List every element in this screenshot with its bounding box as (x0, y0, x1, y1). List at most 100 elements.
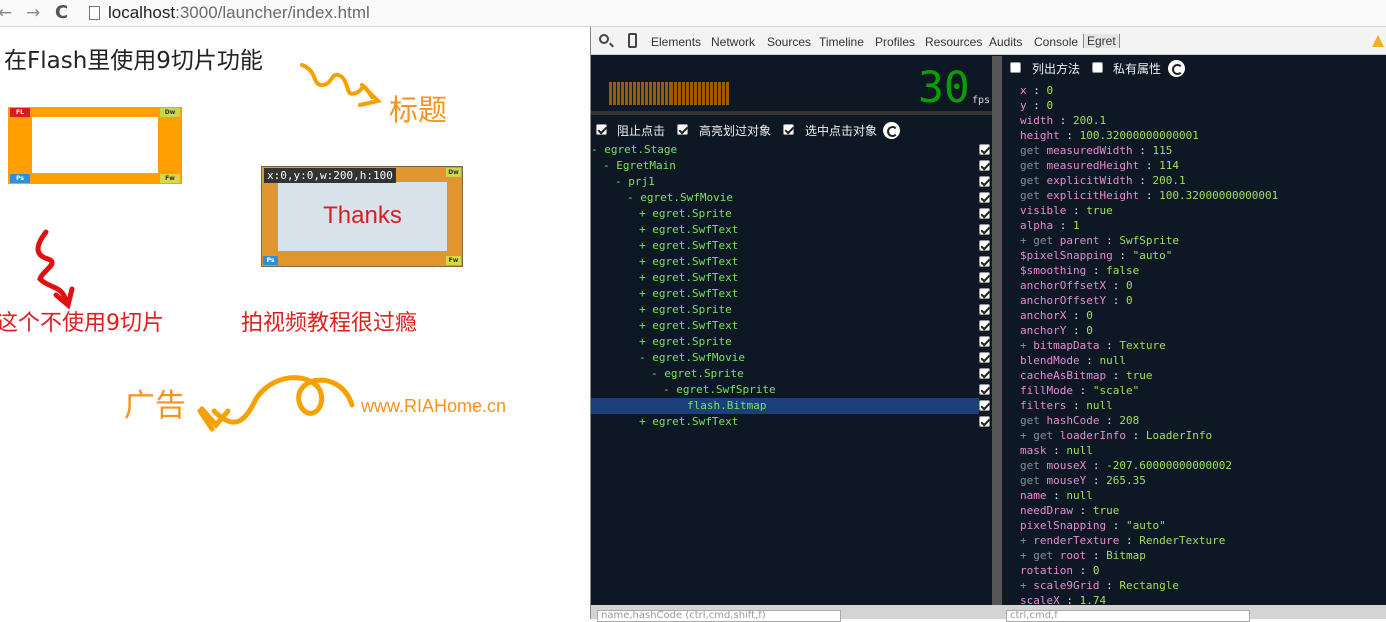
thanks-nine-slice-frame[interactable]: Thanks Dw Ps Fw x:0,y:0,w:200,h:100 (261, 166, 463, 267)
tree-node-visible-checkbox[interactable] (979, 160, 990, 171)
tree-node[interactable]: - egret.SwfMovie (591, 190, 990, 206)
tree-node[interactable]: + egret.SwfText (591, 270, 990, 286)
reload-button[interactable]: C (55, 3, 68, 23)
tree-node[interactable]: + egret.SwfText (591, 286, 990, 302)
property-row[interactable]: get measuredWidth : 115 (1020, 143, 1386, 158)
tree-node-visible-checkbox[interactable] (979, 288, 990, 299)
search-icon[interactable] (599, 34, 609, 44)
property-row[interactable]: + renderTexture : RenderTexture (1020, 533, 1386, 548)
tab-resources[interactable]: Resources (925, 35, 982, 49)
property-row[interactable]: + get parent : SwfSprite (1020, 233, 1386, 248)
property-row[interactable]: width : 200.1 (1020, 113, 1386, 128)
tab-audits[interactable]: Audits (989, 35, 1022, 49)
tree-node[interactable]: + egret.SwfText (591, 238, 990, 254)
property-row[interactable]: height : 100.32000000000001 (1020, 128, 1386, 143)
tree-node[interactable]: - egret.SwfSprite (591, 382, 990, 398)
tree-node[interactable]: - EgretMain (591, 158, 990, 174)
property-row[interactable]: + get loaderInfo : LoaderInfo (1020, 428, 1386, 443)
tab-egret[interactable]: Egret (1083, 34, 1120, 48)
tree-node[interactable]: - egret.Sprite (591, 366, 990, 382)
tree-node[interactable]: - egret.Stage (591, 142, 990, 158)
tree-node-visible-checkbox[interactable] (979, 384, 990, 395)
tree-node[interactable]: + egret.SwfText (591, 222, 990, 238)
property-row[interactable]: filters : null (1020, 398, 1386, 413)
property-row[interactable]: anchorY : 0 (1020, 323, 1386, 338)
tree-node[interactable]: + egret.SwfText (591, 254, 990, 270)
private-props-checkbox[interactable] (1092, 62, 1103, 73)
tree-node-visible-checkbox[interactable] (979, 416, 990, 427)
props-filter-input[interactable]: ctrl,cmd,f (1006, 610, 1250, 622)
property-row[interactable]: name : null (1020, 488, 1386, 503)
tree-node-visible-checkbox[interactable] (979, 336, 990, 347)
property-row[interactable]: $pixelSnapping : "auto" (1020, 248, 1386, 263)
property-row[interactable]: get mouseX : -207.60000000000002 (1020, 458, 1386, 473)
property-row[interactable]: mask : null (1020, 443, 1386, 458)
tree-node[interactable]: - egret.SwfMovie (591, 350, 990, 366)
warning-icon[interactable] (1372, 35, 1384, 47)
tree-node-visible-checkbox[interactable] (979, 192, 990, 203)
tab-network[interactable]: Network (711, 35, 755, 49)
forward-button[interactable]: → (26, 3, 40, 23)
pane-splitter[interactable] (992, 56, 1002, 605)
property-prefix: + (1020, 339, 1034, 352)
tree-node[interactable]: + egret.SwfText (591, 318, 990, 334)
property-row[interactable]: visible : true (1020, 203, 1386, 218)
tree-node-visible-checkbox[interactable] (979, 320, 990, 331)
back-button[interactable]: ← (0, 3, 12, 23)
tree-node[interactable]: + egret.Sprite (591, 206, 990, 222)
refresh-icon[interactable] (883, 122, 900, 139)
tree-filter-input[interactable]: name,hashCode (ctrl,cmd,shift,f) (597, 610, 841, 622)
block-click-checkbox[interactable] (596, 124, 607, 135)
tree-node[interactable]: flash.Bitmap (591, 398, 990, 414)
property-row[interactable]: + bitmapData : Texture (1020, 338, 1386, 353)
game-stage[interactable]: 在Flash里使用9切片功能 标题 这个不使用9切片 拍视频教程很过瘾 广告 w… (0, 27, 590, 619)
property-row[interactable]: anchorOffsetY : 0 (1020, 293, 1386, 308)
highlight-hover-checkbox[interactable] (677, 124, 688, 135)
tree-node[interactable]: + egret.SwfText (591, 414, 990, 430)
property-row[interactable]: anchorX : 0 (1020, 308, 1386, 323)
tree-node-visible-checkbox[interactable] (979, 368, 990, 379)
tree-node[interactable]: - prj1 (591, 174, 990, 190)
address-bar[interactable]: localhost:3000/launcher/index.html (108, 3, 370, 23)
property-row[interactable]: + scale9Grid : Rectangle (1020, 578, 1386, 593)
tree-node-visible-checkbox[interactable] (979, 176, 990, 187)
property-row[interactable]: get explicitHeight : 100.32000000000001 (1020, 188, 1386, 203)
property-row[interactable]: pixelSnapping : "auto" (1020, 518, 1386, 533)
property-row[interactable]: alpha : 1 (1020, 218, 1386, 233)
property-row[interactable]: fillMode : "scale" (1020, 383, 1386, 398)
property-row[interactable]: rotation : 0 (1020, 563, 1386, 578)
tree-node-visible-checkbox[interactable] (979, 144, 990, 155)
property-row[interactable]: get measuredHeight : 114 (1020, 158, 1386, 173)
property-row[interactable]: $smoothing : false (1020, 263, 1386, 278)
tab-timeline[interactable]: Timeline (819, 35, 864, 49)
property-row[interactable]: x : 0 (1020, 83, 1386, 98)
select-clicked-checkbox[interactable] (783, 124, 794, 135)
property-row[interactable]: get mouseY : 265.35 (1020, 473, 1386, 488)
property-row[interactable]: get hashCode : 208 (1020, 413, 1386, 428)
property-row[interactable]: cacheAsBitmap : true (1020, 368, 1386, 383)
tree-node[interactable]: + egret.Sprite (591, 302, 990, 318)
tree-node-visible-checkbox[interactable] (979, 208, 990, 219)
tree-node-visible-checkbox[interactable] (979, 224, 990, 235)
tree-node-visible-checkbox[interactable] (979, 272, 990, 283)
tab-profiles[interactable]: Profiles (875, 35, 915, 49)
tab-elements[interactable]: Elements (651, 35, 701, 49)
tree-node-visible-checkbox[interactable] (979, 400, 990, 411)
property-row[interactable]: needDraw : true (1020, 503, 1386, 518)
tree-node-visible-checkbox[interactable] (979, 304, 990, 315)
tree-node-visible-checkbox[interactable] (979, 240, 990, 251)
property-row[interactable]: + get root : Bitmap (1020, 548, 1386, 563)
property-row[interactable]: scaleX : 1.74 (1020, 593, 1386, 605)
device-mode-icon[interactable] (628, 33, 637, 48)
property-row[interactable]: anchorOffsetX : 0 (1020, 278, 1386, 293)
props-refresh-icon[interactable] (1168, 60, 1185, 77)
tree-node-visible-checkbox[interactable] (979, 352, 990, 363)
tree-node-visible-checkbox[interactable] (979, 256, 990, 267)
list-methods-checkbox[interactable] (1010, 62, 1021, 73)
property-row[interactable]: y : 0 (1020, 98, 1386, 113)
property-row[interactable]: blendMode : null (1020, 353, 1386, 368)
tree-node[interactable]: + egret.Sprite (591, 334, 990, 350)
property-row[interactable]: get explicitWidth : 200.1 (1020, 173, 1386, 188)
tab-sources[interactable]: Sources (767, 35, 811, 49)
tab-console[interactable]: Console (1034, 35, 1078, 49)
